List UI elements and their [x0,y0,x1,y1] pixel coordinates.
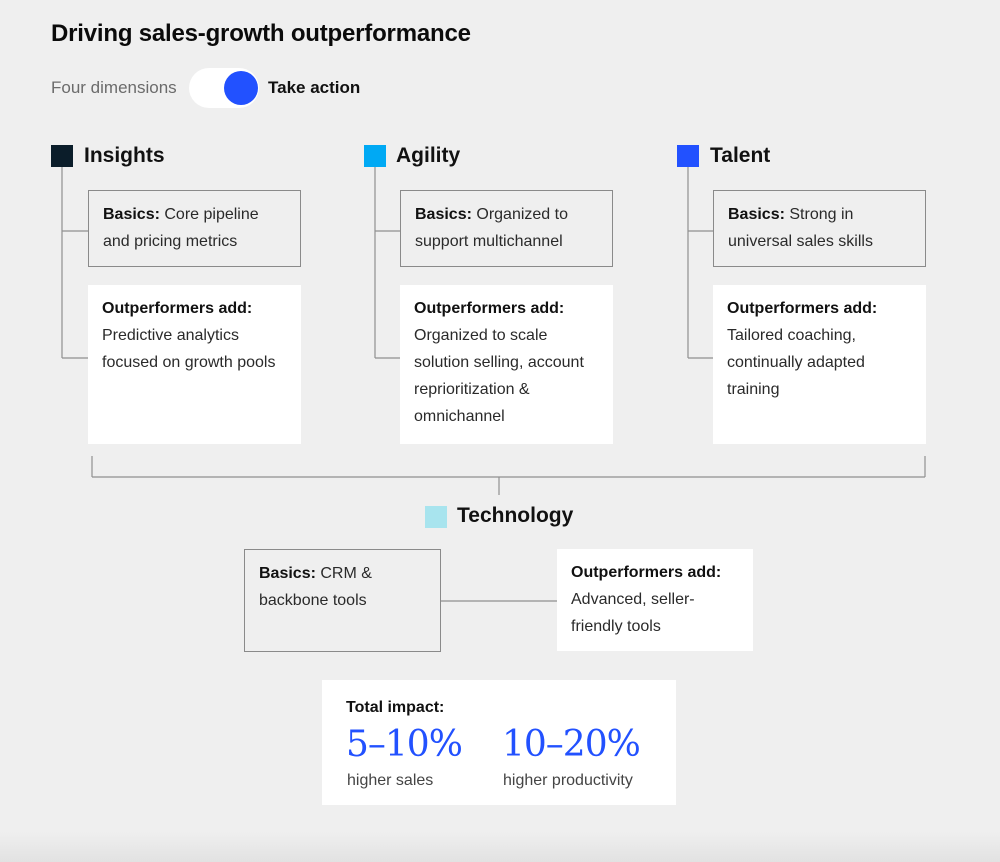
talent-outperformers-box: Outperformers add: Tailored coaching, co… [713,285,926,444]
insights-basics-box: Basics: Core pipeline and pricing metric… [88,190,301,267]
bottom-fade [0,832,1000,862]
technology-basics-box: Basics: CRM & backbone tools [244,549,441,652]
technology-outperformers-box: Outperformers add: Advanced, seller-frie… [557,549,753,651]
agility-outperformers-text: Organized to scale solution selling, acc… [414,327,584,425]
talent-basics-label: Basics: [728,206,785,223]
total-impact-card: Total impact: 5–10% higher sales 10–20% … [322,680,676,805]
technology-basics-label: Basics: [259,565,316,582]
insights-title: Insights [84,144,165,167]
insights-basics-label: Basics: [103,206,160,223]
agility-basics-label: Basics: [415,206,472,223]
talent-outperformers-label: Outperformers add: [727,300,878,317]
technology-title: Technology [457,504,574,527]
agility-basics-box: Basics: Organized to support multichanne… [400,190,613,267]
productivity-impact-caption: higher productivity [503,772,633,789]
technology-color-square [425,506,447,528]
productivity-impact-value: 10–20% [502,724,641,765]
sales-impact-caption: higher sales [347,772,434,789]
sales-impact-value: 5–10% [346,724,463,765]
agility-color-square [364,145,386,167]
insights-outperformers-text: Predictive analytics focused on growth p… [102,327,276,371]
talent-basics-box: Basics: Strong in universal sales skills [713,190,926,267]
technology-outperformers-label: Outperformers add: [571,564,722,581]
insights-color-square [51,145,73,167]
agility-title: Agility [396,144,461,167]
talent-color-square [677,145,699,167]
talent-outperformers-text: Tailored coaching, continually adapted t… [727,327,865,398]
technology-outperformers-text: Advanced, seller-friendly tools [571,591,695,635]
agility-outperformers-box: Outperformers add: Organized to scale so… [400,285,613,444]
total-impact-label: Total impact: [346,699,445,716]
agility-outperformers-label: Outperformers add: [414,300,565,317]
talent-title: Talent [710,144,771,167]
insights-outperformers-box: Outperformers add: Predictive analytics … [88,285,301,444]
insights-outperformers-label: Outperformers add: [102,300,253,317]
